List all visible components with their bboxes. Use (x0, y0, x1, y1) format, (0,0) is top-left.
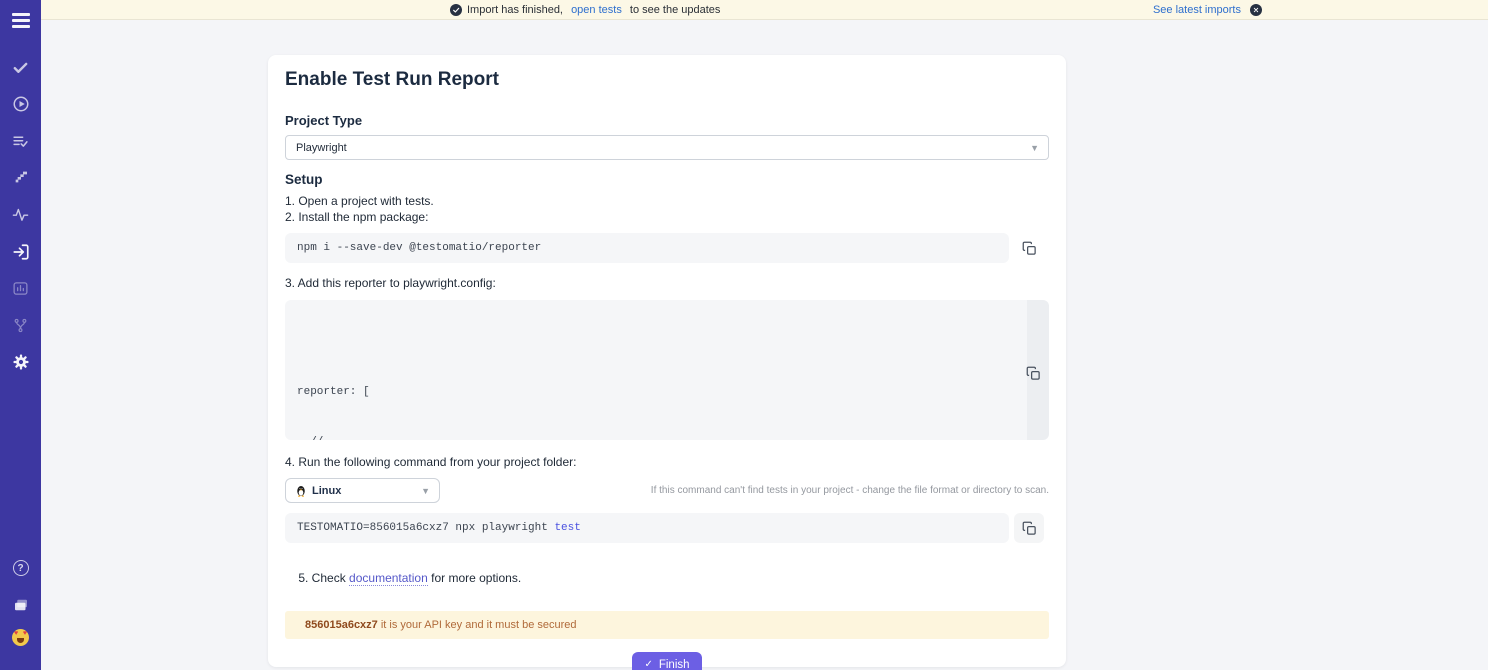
os-select[interactable]: Linux ▼ (285, 478, 440, 503)
api-key-value: 856015a6cxz7 (305, 619, 378, 631)
banner-right: See latest imports (1153, 0, 1262, 20)
code-line: // ... (297, 434, 1019, 441)
step-1: 1. Open a project with tests. (285, 193, 1049, 209)
sidebar-item-analytics[interactable] (0, 206, 41, 223)
pulse-icon (12, 206, 29, 223)
api-key-note: 856015a6cxz7 it is your API key and it m… (285, 611, 1049, 639)
run-command-code-block: TESTOMATIO=856015a6cxz7 npx playwright t… (285, 513, 1009, 543)
sidebar-item-steps[interactable] (0, 169, 41, 185)
see-latest-imports-link[interactable]: See latest imports (1153, 4, 1241, 16)
sidebar-item-tests[interactable] (0, 59, 41, 76)
finish-button[interactable]: ✓Finish (632, 652, 701, 670)
sidebar-item-test-plans[interactable] (0, 133, 41, 150)
step-2: 2. Install the npm package: (285, 209, 1049, 225)
chevron-down-icon: ▼ (1030, 143, 1039, 153)
scan-hint-text: If this command can't find tests in your… (651, 485, 1049, 496)
reporter-config-code-block: reporter: [ // ... ['./node_modules/@tes… (285, 300, 1049, 440)
copy-icon (1022, 241, 1037, 256)
install-code-block: npm i --save-dev @testomatio/reporter (285, 233, 1009, 263)
step-3: 3. Add this reporter to playwright.confi… (285, 275, 1049, 291)
play-circle-icon (12, 95, 30, 113)
sidebar-item-library[interactable] (0, 596, 41, 614)
project-type-value: Playwright (296, 142, 347, 154)
os-row: Linux ▼ If this command can't find tests… (285, 478, 1049, 503)
hamburger-icon (12, 13, 30, 28)
project-type-select[interactable]: Playwright ▼ (285, 135, 1049, 160)
install-code-row: npm i --save-dev @testomatio/reporter (285, 233, 1049, 263)
setup-heading: Setup (285, 172, 1049, 187)
chevron-down-icon: ▼ (421, 486, 430, 496)
check-icon (12, 59, 29, 76)
page-title: Enable Test Run Report (285, 69, 1049, 91)
gear-icon (12, 353, 30, 371)
success-check-icon (450, 4, 462, 16)
copy-icon (1022, 521, 1037, 536)
finish-wrap: ✓Finish (285, 652, 1049, 670)
check-icon: ✓ (644, 659, 652, 670)
api-key-note-text: it is your API key and it must be secure… (378, 619, 577, 631)
copy-install-button[interactable] (1014, 233, 1044, 263)
menu-icon[interactable] (0, 13, 41, 28)
user-avatar[interactable]: ♥♥ (0, 629, 41, 646)
run-command-row: TESTOMATIO=856015a6cxz7 npx playwright t… (285, 513, 1049, 543)
copy-config-button[interactable] (1020, 360, 1046, 386)
banner-text-suffix: to see the updates (627, 4, 721, 16)
sidebar: ? ♥♥ (0, 0, 41, 670)
stairs-icon (13, 169, 29, 185)
project-type-label: Project Type (285, 113, 1049, 128)
library-icon (12, 596, 30, 614)
open-tests-link[interactable]: open tests (571, 4, 622, 16)
emoji-avatar-icon: ♥♥ (12, 629, 29, 646)
code-line: reporter: [ (297, 384, 1019, 401)
step-4: 4. Run the following command from your p… (285, 454, 1049, 470)
help-icon: ? (13, 560, 29, 576)
branch-icon (12, 317, 29, 334)
sidebar-item-settings[interactable] (0, 353, 41, 371)
close-banner-icon[interactable] (1250, 4, 1262, 16)
sidebar-item-branches[interactable] (0, 317, 41, 334)
sidebar-item-runs[interactable] (0, 95, 41, 113)
documentation-link[interactable]: documentation (349, 571, 428, 586)
import-icon (12, 243, 30, 261)
banner-text-prefix: Import has finished, (467, 4, 566, 16)
enable-test-run-report-card: Enable Test Run Report Project Type Play… (268, 55, 1066, 667)
banner-message: Import has finished, open tests to see t… (450, 0, 720, 20)
step-5: 5. Check documentation for more options. (285, 554, 1049, 602)
sidebar-item-help[interactable]: ? (0, 560, 41, 576)
sidebar-item-reports[interactable] (0, 280, 41, 297)
copy-icon (1026, 366, 1041, 381)
linux-tux-icon (296, 485, 306, 497)
sidebar-item-import[interactable] (0, 243, 41, 261)
list-check-icon (12, 133, 29, 150)
bar-chart-icon (12, 280, 29, 297)
os-select-value: Linux (312, 485, 341, 497)
import-banner: Import has finished, open tests to see t… (41, 0, 1488, 20)
copy-run-command-button[interactable] (1014, 513, 1044, 543)
